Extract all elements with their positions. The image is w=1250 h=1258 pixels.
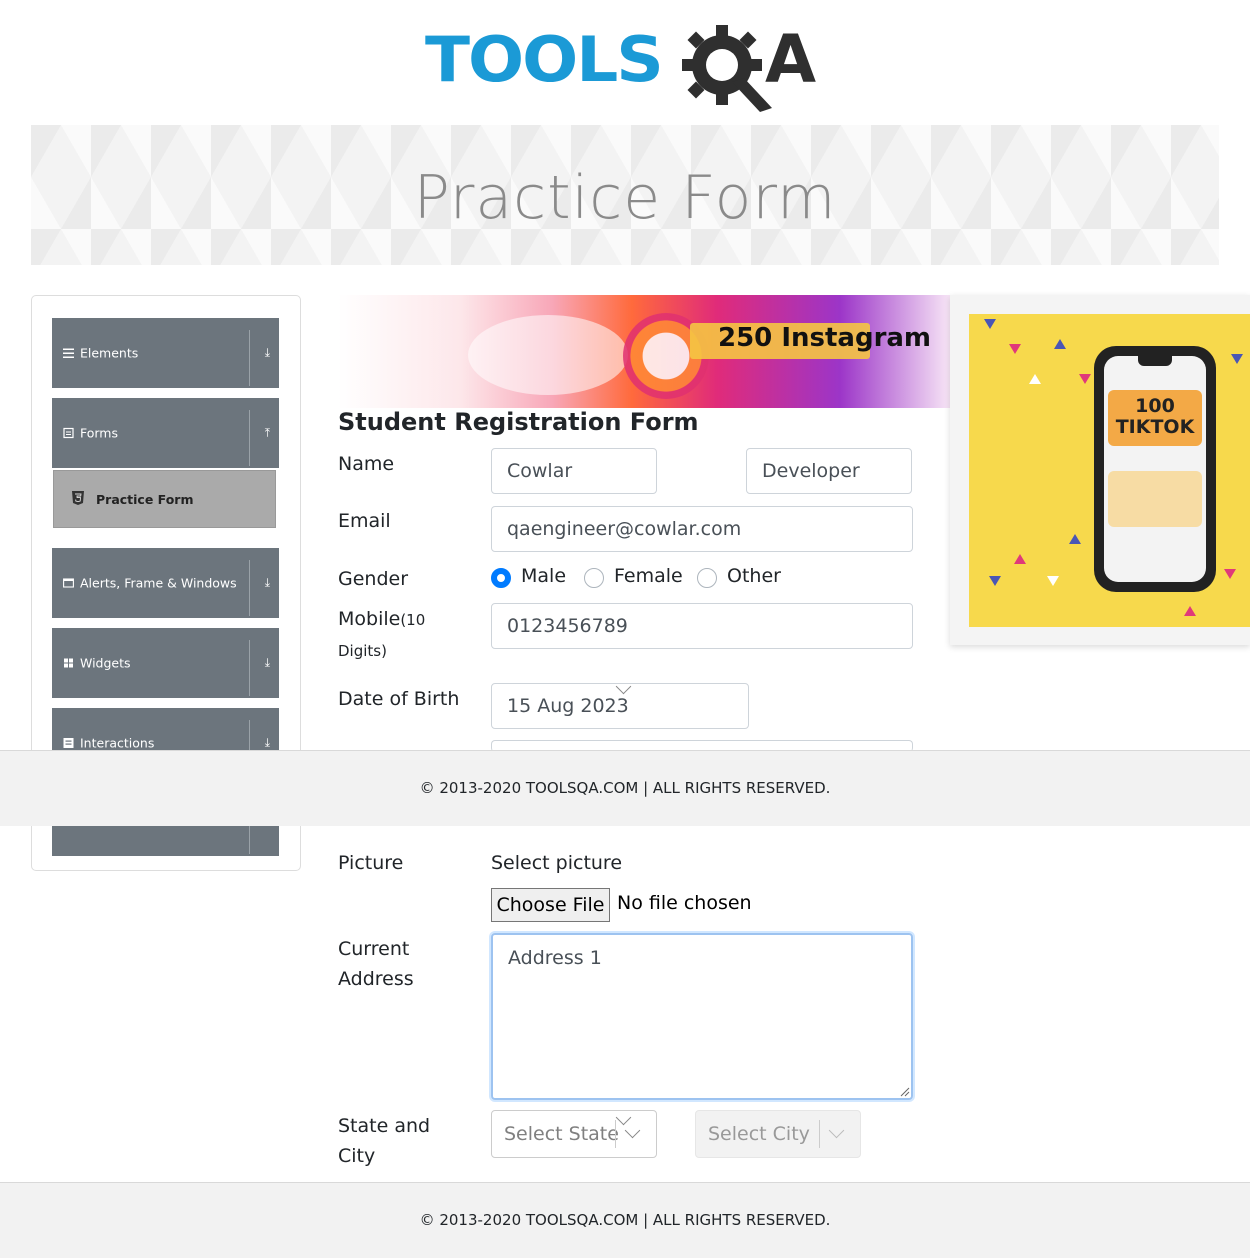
mobile-label-text: Mobile: [338, 608, 401, 630]
confetti: [1079, 374, 1091, 384]
confetti: [1029, 374, 1041, 384]
download-arrow-icon: ⤓: [264, 345, 270, 360]
divider: [819, 1120, 820, 1148]
window-icon: [63, 578, 74, 588]
footer-overlay: © 2013-2020 TOOLSQA.COM | ALL RIGHTS RES…: [0, 750, 1250, 826]
divider: [615, 1120, 616, 1148]
gender-male-radio[interactable]: [491, 568, 511, 588]
gender-male-label[interactable]: Male: [521, 565, 566, 587]
form-icon: [63, 427, 74, 439]
confetti: [1047, 576, 1059, 586]
mobile-label: Mobile(10: [338, 604, 425, 635]
confetti: [1231, 354, 1243, 364]
last-name-input[interactable]: Developer: [746, 448, 912, 494]
ad-text-line: 100: [1135, 395, 1175, 417]
confetti: [984, 319, 996, 329]
picture-label: Picture: [338, 852, 404, 874]
ad-text: 250 Instagram: [718, 323, 932, 353]
divider: [249, 640, 250, 696]
current-address-label-1: Current: [338, 938, 410, 960]
gear-q-icon: [682, 25, 772, 112]
confetti: [1069, 534, 1081, 544]
gender-female-label[interactable]: Female: [614, 565, 683, 587]
gender-female-radio[interactable]: [584, 568, 604, 588]
form-title: Student Registration Form: [338, 408, 699, 436]
mobile-input[interactable]: 0123456789: [491, 603, 913, 649]
toolsqa-logo[interactable]: TOOLS A: [425, 20, 830, 115]
name-label: Name: [338, 453, 395, 475]
select-picture-label: Select picture: [491, 852, 623, 874]
ad-decoration: [468, 315, 628, 395]
confetti: [989, 576, 1001, 586]
city-placeholder: Select City: [708, 1123, 810, 1145]
mobile-hint-2: Digits): [338, 642, 387, 660]
gender-label: Gender: [338, 568, 409, 590]
state-city-label-2: City: [338, 1145, 376, 1167]
email-input[interactable]: qaengineer@cowlar.com: [491, 506, 913, 552]
menu-group-label: Widgets: [80, 655, 131, 671]
hamburger-icon: [63, 348, 74, 358]
menu-group-label: Forms: [80, 425, 119, 441]
menu-item-label: Practice Form: [96, 492, 194, 507]
email-label: Email: [338, 510, 391, 532]
widgets-icon: [64, 658, 73, 668]
menu-group-label: Elements: [80, 345, 139, 361]
menu-group-forms[interactable]: Forms ⤒: [52, 398, 279, 468]
menu-group-elements[interactable]: Elements ⤓: [52, 318, 279, 388]
dob-label: Date of Birth: [338, 688, 460, 710]
ad-banner-instagram[interactable]: 250 Instagram: [338, 295, 950, 408]
choose-file-button[interactable]: Choose File: [491, 888, 610, 922]
confetti: [1054, 339, 1066, 349]
logo-text: TOOLS: [425, 22, 664, 97]
menu-group-label: Alerts, Frame & Windows: [80, 575, 237, 591]
gender-other-label[interactable]: Other: [727, 565, 781, 587]
phone-illustration: 100 TIKTOK: [1094, 346, 1216, 592]
state-placeholder: Select State: [504, 1123, 619, 1145]
file-status: No file chosen: [617, 892, 752, 914]
divider: [249, 410, 250, 466]
footer: © 2013-2020 TOOLSQA.COM | ALL RIGHTS RES…: [0, 1182, 1250, 1258]
logo-a: A: [765, 21, 817, 98]
divider: [249, 560, 250, 616]
download-arrow-icon: ⤓: [264, 655, 270, 670]
confetti: [1184, 606, 1196, 616]
confetti: [1224, 569, 1236, 579]
ad-banner-tiktok[interactable]: 100 TIKTOK: [969, 314, 1250, 627]
current-address-textarea[interactable]: Address 1: [491, 933, 913, 1100]
city-select[interactable]: Select City: [695, 1110, 861, 1158]
download-arrow-icon: ⤓: [264, 575, 270, 590]
resize-handle-icon[interactable]: [900, 1087, 910, 1097]
phone-screen: 100 TIKTOK: [1104, 356, 1206, 582]
mobile-hint: (10: [400, 611, 426, 629]
confetti: [1009, 344, 1021, 354]
html5-icon: [72, 491, 84, 505]
ad-text: 100 TIKTOK: [1108, 390, 1202, 446]
menu-group-alerts[interactable]: Alerts, Frame & Windows ⤓: [52, 548, 279, 618]
divider: [249, 330, 250, 386]
download-arrow-icon: ⤓: [264, 735, 270, 750]
phone-box: [1108, 471, 1202, 527]
gender-other-radio[interactable]: [697, 568, 717, 588]
first-name-input[interactable]: Cowlar: [491, 448, 657, 494]
state-select[interactable]: Select State: [491, 1110, 657, 1158]
current-address-label-2: Address: [338, 968, 414, 990]
menu-item-practice-form[interactable]: Practice Form: [53, 470, 276, 528]
ad-text-line: TIKTOK: [1115, 416, 1195, 438]
page-banner: Practice Form: [31, 125, 1219, 265]
menu-group-widgets[interactable]: Widgets ⤓: [52, 628, 279, 698]
upload-arrow-icon: ⤒: [264, 425, 270, 440]
state-city-label-1: State and: [338, 1115, 431, 1137]
menu-group-label: Interactions: [80, 735, 155, 751]
chevron-down-icon: [828, 1122, 845, 1139]
confetti: [1014, 554, 1026, 564]
interactions-icon: [63, 738, 74, 748]
chevron-down-icon: [624, 1122, 641, 1139]
page-title: Practice Form: [413, 163, 837, 233]
phone-notch: [1138, 356, 1172, 366]
